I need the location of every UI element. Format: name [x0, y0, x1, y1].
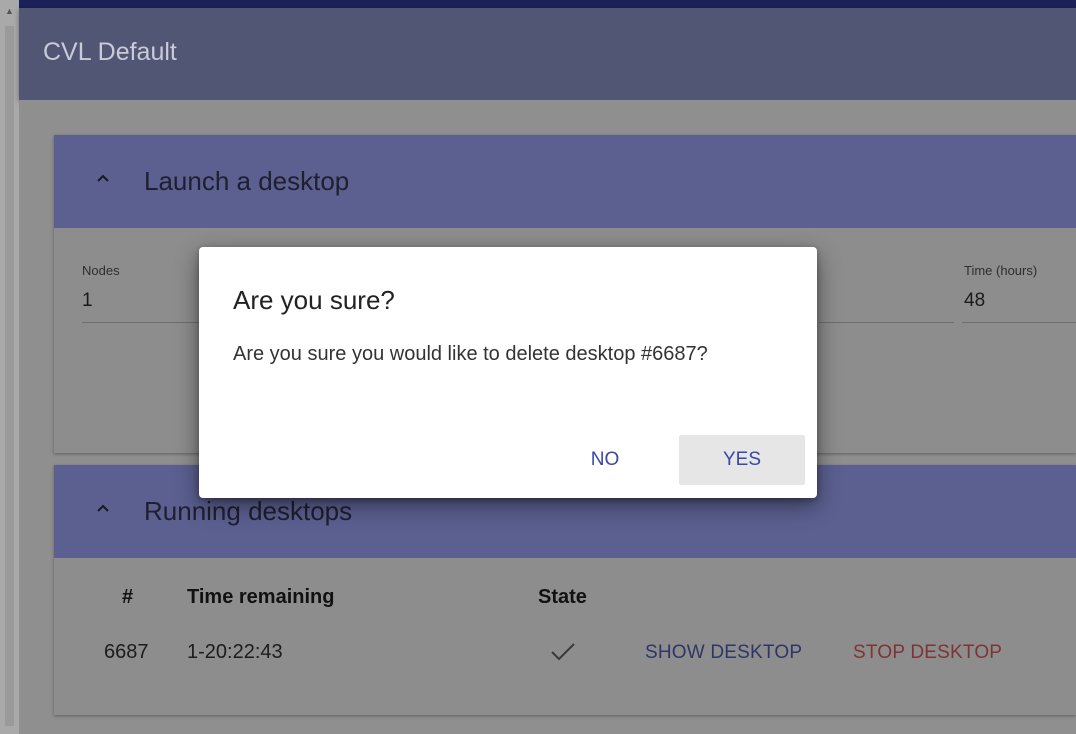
show-desktop-button[interactable]: SHOW DESKTOP: [645, 642, 802, 664]
column-header-state: State: [538, 586, 587, 608]
nodes-label: Nodes: [82, 263, 120, 278]
time-hours-label: Time (hours): [964, 263, 1038, 278]
dialog-message: Are you sure you would like to delete de…: [233, 343, 708, 365]
launch-panel-header[interactable]: Launch a desktop: [54, 135, 1076, 228]
no-button[interactable]: NO: [565, 435, 645, 485]
time-field-underline: [962, 322, 1076, 323]
chevron-up-icon[interactable]: [92, 498, 114, 520]
running-panel-title: Running desktops: [144, 496, 353, 526]
app-bar: CVL Default: [19, 8, 1076, 100]
vertical-scrollbar[interactable]: ▲: [0, 0, 20, 734]
chevron-up-icon[interactable]: [92, 168, 114, 190]
column-header-time-remaining: Time remaining: [187, 586, 335, 608]
field-underline: [819, 322, 954, 323]
column-header-id: #: [122, 586, 134, 608]
running-desktops-panel: Running desktops # Time remaining State …: [54, 465, 1076, 715]
app-title: CVL Default: [43, 38, 177, 66]
dialog-title: Are you sure?: [233, 285, 395, 315]
yes-button[interactable]: YES: [679, 435, 805, 485]
nodes-field[interactable]: 1: [82, 290, 93, 312]
launch-panel-title: Launch a desktop: [144, 166, 350, 196]
confirm-delete-dialog: Are you sure? Are you sure you would lik…: [199, 247, 817, 498]
time-hours-field[interactable]: 48: [964, 290, 985, 312]
nodes-field-underline: [82, 322, 202, 323]
stop-desktop-button[interactable]: STOP DESKTOP: [853, 642, 1002, 664]
desktop-id: 6687: [104, 641, 149, 663]
scrollbar-thumb[interactable]: [5, 26, 14, 726]
check-icon: [549, 639, 577, 665]
scroll-up-arrow-icon[interactable]: ▲: [0, 0, 19, 22]
time-remaining-value: 1-20:22:43: [187, 641, 283, 663]
top-strip: [19, 0, 1076, 8]
